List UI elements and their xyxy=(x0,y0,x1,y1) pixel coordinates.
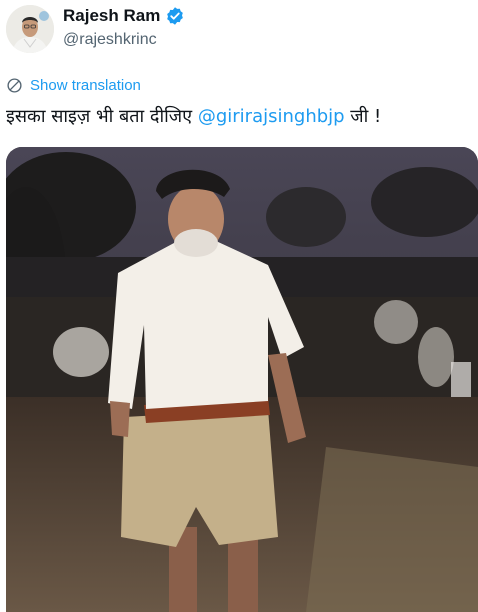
avatar-image xyxy=(6,5,54,53)
author-display-name[interactable]: Rajesh Ram xyxy=(63,6,160,26)
tweet-text-after: जी ! xyxy=(344,106,382,127)
translate-icon xyxy=(7,78,22,93)
photo-man-walking-image xyxy=(6,147,478,612)
tweet-media-photo[interactable] xyxy=(6,147,478,612)
author-name-row[interactable]: Rajesh Ram xyxy=(63,6,185,26)
avatar[interactable] xyxy=(6,5,54,53)
verified-badge-icon xyxy=(165,6,185,26)
show-translation-label: Show translation xyxy=(30,77,141,94)
show-translation-button[interactable]: Show translation xyxy=(6,77,141,94)
mention-link[interactable]: @girirajsinghbjp xyxy=(198,106,345,127)
author-handle[interactable]: @rajeshkrinc xyxy=(63,31,157,49)
tweet-text: इसका साइज़ भी बता दीजिए @girirajsinghbjp… xyxy=(6,104,381,128)
tweet-text-before: इसका साइज़ भी बता दीजिए xyxy=(6,106,198,127)
